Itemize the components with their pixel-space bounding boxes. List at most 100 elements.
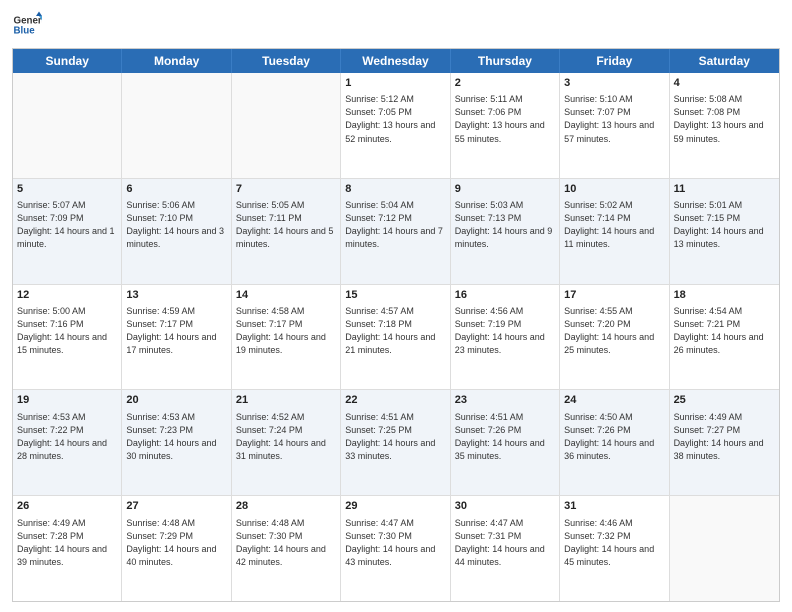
cell-detail: Sunrise: 4:57 AMSunset: 7:18 PMDaylight:… (345, 305, 445, 357)
day-cell-30: 30 Sunrise: 4:47 AMSunset: 7:31 PMDayligh… (451, 496, 560, 601)
calendar-header-row: SundayMondayTuesdayWednesdayThursdayFrid… (13, 49, 779, 73)
day-cell-5: 5 Sunrise: 5:07 AMSunset: 7:09 PMDaylight… (13, 179, 122, 284)
day-cell-29: 29 Sunrise: 4:47 AMSunset: 7:30 PMDayligh… (341, 496, 450, 601)
day-cell-22: 22 Sunrise: 4:51 AMSunset: 7:25 PMDayligh… (341, 390, 450, 495)
day-cell-11: 11Sunrise: 5:01 AMSunset: 7:15 PMDayligh… (670, 179, 779, 284)
day-cell-7: 7 Sunrise: 5:05 AMSunset: 7:11 PMDaylight… (232, 179, 341, 284)
week-row-1: 1 Sunrise: 5:12 AMSunset: 7:05 PMDaylight… (13, 73, 779, 179)
cell-detail: Sunrise: 5:05 AMSunset: 7:11 PMDaylight:… (236, 199, 336, 251)
day-number: 28 (236, 499, 336, 514)
empty-cell (122, 73, 231, 178)
day-number: 24 (564, 393, 664, 408)
empty-cell (13, 73, 122, 178)
cell-detail: Sunrise: 4:52 AMSunset: 7:24 PMDaylight:… (236, 411, 336, 463)
day-number: 2 (455, 76, 555, 91)
day-cell-18: 18 Sunrise: 4:54 AMSunset: 7:21 PMDayligh… (670, 285, 779, 390)
cell-detail: Sunrise: 5:07 AMSunset: 7:09 PMDaylight:… (17, 199, 117, 251)
day-cell-28: 28Sunrise: 4:48 AMSunset: 7:30 PMDayligh… (232, 496, 341, 601)
cell-detail: Sunrise: 5:08 AMSunset: 7:08 PMDaylight:… (674, 93, 775, 145)
week-row-5: 26 Sunrise: 4:49 AMSunset: 7:28 PMDayligh… (13, 496, 779, 601)
cell-detail: Sunrise: 5:01 AMSunset: 7:15 PMDaylight:… (674, 199, 775, 251)
cell-detail: Sunrise: 4:55 AMSunset: 7:20 PMDaylight:… (564, 305, 664, 357)
header-day-sunday: Sunday (13, 49, 122, 73)
cell-detail: Sunrise: 4:47 AMSunset: 7:31 PMDaylight:… (455, 517, 555, 569)
day-cell-26: 26 Sunrise: 4:49 AMSunset: 7:28 PMDayligh… (13, 496, 122, 601)
day-number: 4 (674, 76, 775, 91)
cell-detail: Sunrise: 4:59 AMSunset: 7:17 PMDaylight:… (126, 305, 226, 357)
day-cell-19: 19 Sunrise: 4:53 AMSunset: 7:22 PMDayligh… (13, 390, 122, 495)
day-cell-24: 24 Sunrise: 4:50 AMSunset: 7:26 PMDayligh… (560, 390, 669, 495)
cell-detail: Sunrise: 5:11 AMSunset: 7:06 PMDaylight:… (455, 93, 555, 145)
cell-detail: Sunrise: 5:00 AMSunset: 7:16 PMDaylight:… (17, 305, 117, 357)
day-number: 10 (564, 182, 664, 197)
cell-detail: Sunrise: 4:54 AMSunset: 7:21 PMDaylight:… (674, 305, 775, 357)
day-cell-13: 13 Sunrise: 4:59 AMSunset: 7:17 PMDayligh… (122, 285, 231, 390)
cell-detail: Sunrise: 5:06 AMSunset: 7:10 PMDaylight:… (126, 199, 226, 251)
day-cell-12: 12 Sunrise: 5:00 AMSunset: 7:16 PMDayligh… (13, 285, 122, 390)
day-number: 12 (17, 288, 117, 303)
day-cell-20: 20Sunrise: 4:53 AMSunset: 7:23 PMDayligh… (122, 390, 231, 495)
day-cell-17: 17 Sunrise: 4:55 AMSunset: 7:20 PMDayligh… (560, 285, 669, 390)
logo-icon: General Blue (12, 10, 42, 40)
header-day-saturday: Saturday (670, 49, 779, 73)
cell-detail: Sunrise: 4:49 AMSunset: 7:27 PMDaylight:… (674, 411, 775, 463)
cell-detail: Sunrise: 4:51 AMSunset: 7:26 PMDaylight:… (455, 411, 555, 463)
svg-text:Blue: Blue (14, 25, 36, 36)
day-cell-8: 8Sunrise: 5:04 AMSunset: 7:12 PMDaylight… (341, 179, 450, 284)
day-number: 27 (126, 499, 226, 514)
cell-detail: Sunrise: 4:46 AMSunset: 7:32 PMDaylight:… (564, 517, 664, 569)
cell-detail: Sunrise: 4:49 AMSunset: 7:28 PMDaylight:… (17, 517, 117, 569)
header-day-thursday: Thursday (451, 49, 560, 73)
day-number: 8 (345, 182, 445, 197)
day-cell-6: 6 Sunrise: 5:06 AMSunset: 7:10 PMDaylight… (122, 179, 231, 284)
day-number: 29 (345, 499, 445, 514)
day-number: 5 (17, 182, 117, 197)
day-number: 23 (455, 393, 555, 408)
day-cell-4: 4 Sunrise: 5:08 AMSunset: 7:08 PMDaylight… (670, 73, 779, 178)
header-day-tuesday: Tuesday (232, 49, 341, 73)
cell-detail: Sunrise: 4:50 AMSunset: 7:26 PMDaylight:… (564, 411, 664, 463)
day-number: 25 (674, 393, 775, 408)
logo: General Blue (12, 10, 42, 40)
day-cell-16: 16 Sunrise: 4:56 AMSunset: 7:19 PMDayligh… (451, 285, 560, 390)
day-number: 1 (345, 76, 445, 91)
day-number: 14 (236, 288, 336, 303)
day-cell-27: 27 Sunrise: 4:48 AMSunset: 7:29 PMDayligh… (122, 496, 231, 601)
week-row-4: 19 Sunrise: 4:53 AMSunset: 7:22 PMDayligh… (13, 390, 779, 496)
day-cell-3: 3Sunrise: 5:10 AMSunset: 7:07 PMDaylight… (560, 73, 669, 178)
cell-detail: Sunrise: 4:56 AMSunset: 7:19 PMDaylight:… (455, 305, 555, 357)
cell-detail: Sunrise: 5:12 AMSunset: 7:05 PMDaylight:… (345, 93, 445, 145)
calendar-body: 1 Sunrise: 5:12 AMSunset: 7:05 PMDaylight… (13, 73, 779, 601)
empty-cell (232, 73, 341, 178)
cell-detail: Sunrise: 4:53 AMSunset: 7:22 PMDaylight:… (17, 411, 117, 463)
day-cell-9: 9 Sunrise: 5:03 AMSunset: 7:13 PMDaylight… (451, 179, 560, 284)
header: General Blue (12, 10, 780, 40)
day-number: 30 (455, 499, 555, 514)
day-number: 9 (455, 182, 555, 197)
day-cell-15: 15 Sunrise: 4:57 AMSunset: 7:18 PMDayligh… (341, 285, 450, 390)
day-number: 6 (126, 182, 226, 197)
day-number: 16 (455, 288, 555, 303)
day-number: 3 (564, 76, 664, 91)
day-number: 7 (236, 182, 336, 197)
day-number: 13 (126, 288, 226, 303)
day-number: 22 (345, 393, 445, 408)
cell-detail: Sunrise: 4:48 AMSunset: 7:29 PMDaylight:… (126, 517, 226, 569)
cell-detail: Sunrise: 4:47 AMSunset: 7:30 PMDaylight:… (345, 517, 445, 569)
day-number: 21 (236, 393, 336, 408)
day-cell-2: 2 Sunrise: 5:11 AMSunset: 7:06 PMDaylight… (451, 73, 560, 178)
cell-detail: Sunrise: 5:03 AMSunset: 7:13 PMDaylight:… (455, 199, 555, 251)
day-number: 19 (17, 393, 117, 408)
day-cell-1: 1 Sunrise: 5:12 AMSunset: 7:05 PMDaylight… (341, 73, 450, 178)
day-cell-14: 14 Sunrise: 4:58 AMSunset: 7:17 PMDayligh… (232, 285, 341, 390)
cell-detail: Sunrise: 5:02 AMSunset: 7:14 PMDaylight:… (564, 199, 664, 251)
day-number: 31 (564, 499, 664, 514)
day-cell-10: 10 Sunrise: 5:02 AMSunset: 7:14 PMDayligh… (560, 179, 669, 284)
day-number: 18 (674, 288, 775, 303)
day-number: 17 (564, 288, 664, 303)
header-day-wednesday: Wednesday (341, 49, 450, 73)
cell-detail: Sunrise: 4:51 AMSunset: 7:25 PMDaylight:… (345, 411, 445, 463)
cell-detail: Sunrise: 4:58 AMSunset: 7:17 PMDaylight:… (236, 305, 336, 357)
day-number: 26 (17, 499, 117, 514)
day-number: 15 (345, 288, 445, 303)
